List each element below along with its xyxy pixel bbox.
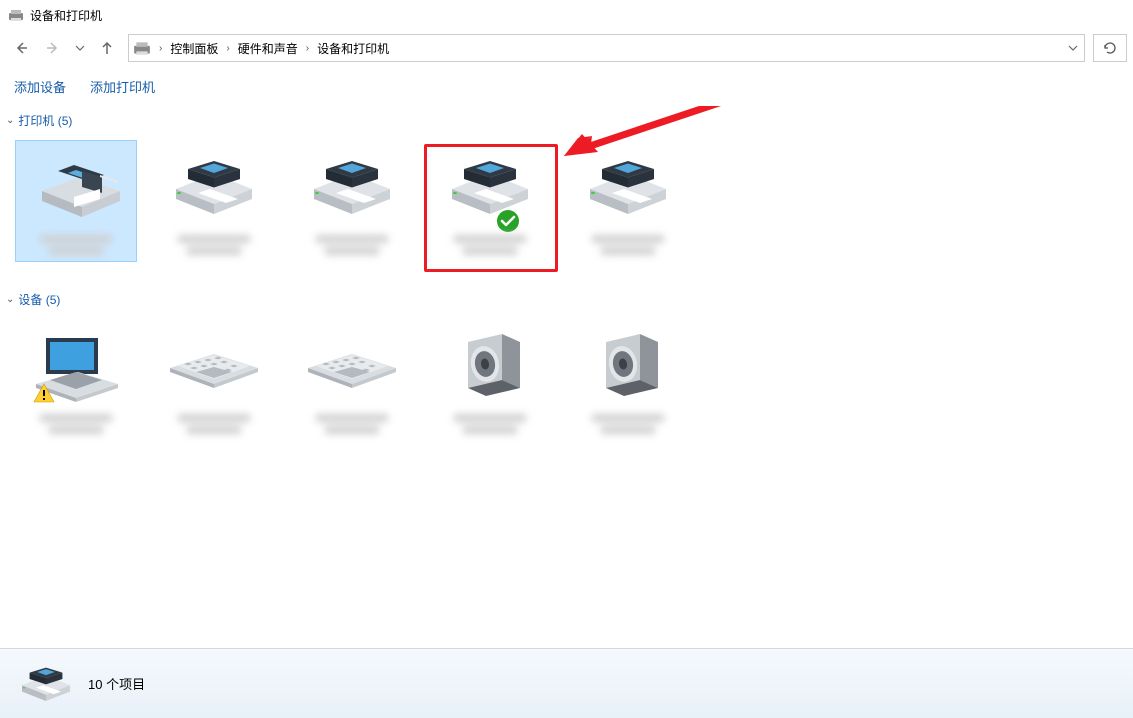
speaker-icon — [442, 326, 538, 406]
item-label — [307, 231, 397, 261]
group-devices-label: 设备 (5) — [18, 291, 60, 308]
printer-icon — [166, 147, 262, 227]
item-label — [445, 231, 535, 261]
warning-icon — [32, 382, 56, 406]
item-label — [169, 231, 259, 261]
app-icon — [8, 7, 24, 23]
item-label — [169, 410, 259, 440]
item-label — [445, 410, 535, 440]
details-pane: 10 个项目 — [0, 648, 1133, 718]
window-title: 设备和打印机 — [30, 7, 102, 24]
device-item-1-keyboard[interactable] — [154, 320, 274, 440]
group-printers-label: 打印机 (5) — [18, 112, 72, 129]
crumb-devices-printers[interactable]: 设备和打印机 — [315, 40, 391, 57]
item-label — [583, 410, 673, 440]
device-item-4-speaker[interactable] — [568, 320, 688, 440]
item-label — [31, 410, 121, 440]
printer-icon — [442, 147, 538, 227]
printers-items — [0, 131, 1133, 285]
printer-item-3-default[interactable] — [430, 141, 550, 261]
add-printer-link[interactable]: 添加打印机 — [90, 77, 155, 96]
device-item-2-keyboard[interactable] — [292, 320, 412, 440]
chevron-right-icon: › — [153, 43, 168, 54]
printer-item-2[interactable] — [292, 141, 412, 261]
device-item-3-speaker[interactable] — [430, 320, 550, 440]
nav-bar: › 控制面板 › 硬件和声音 › 设备和打印机 — [0, 30, 1133, 66]
history-dropdown[interactable] — [70, 34, 90, 62]
fax-icon — [28, 147, 124, 227]
command-bar: 添加设备 添加打印机 — [0, 66, 1133, 106]
crumb-hardware-sound[interactable]: 硬件和声音 — [236, 40, 300, 57]
devices-items — [0, 310, 1133, 464]
refresh-button[interactable] — [1093, 34, 1127, 62]
device-item-0-laptop[interactable] — [16, 320, 136, 440]
chevron-right-icon: › — [300, 43, 315, 54]
window-title-bar: 设备和打印机 — [0, 0, 1133, 30]
keyboard-icon — [166, 326, 262, 406]
forward-button[interactable] — [38, 34, 68, 62]
printer-item-1[interactable] — [154, 141, 274, 261]
address-bar[interactable]: › 控制面板 › 硬件和声音 › 设备和打印机 — [128, 34, 1085, 62]
content-pane: ⌄ 打印机 (5) — [0, 106, 1133, 646]
printer-icon — [304, 147, 400, 227]
details-text: 10 个项目 — [88, 674, 145, 693]
item-label — [307, 410, 397, 440]
group-header-printers[interactable]: ⌄ 打印机 (5) — [0, 110, 1133, 131]
group-header-devices[interactable]: ⌄ 设备 (5) — [0, 289, 1133, 310]
chevron-down-icon: ⌄ — [6, 115, 14, 126]
back-button[interactable] — [6, 34, 36, 62]
add-device-link[interactable]: 添加设备 — [14, 77, 66, 96]
default-check-icon — [496, 209, 520, 233]
group-printers: ⌄ 打印机 (5) — [0, 110, 1133, 285]
laptop-icon — [28, 326, 124, 406]
group-devices: ⌄ 设备 (5) — [0, 289, 1133, 464]
item-label — [31, 231, 121, 261]
location-icon — [133, 39, 151, 57]
printer-item-0[interactable] — [16, 141, 136, 261]
chevron-down-icon: ⌄ — [6, 294, 14, 305]
crumb-control-panel[interactable]: 控制面板 — [168, 40, 220, 57]
keyboard-icon — [304, 326, 400, 406]
address-dropdown[interactable] — [1062, 43, 1084, 53]
speaker-icon — [580, 326, 676, 406]
up-button[interactable] — [92, 34, 122, 62]
printer-icon — [580, 147, 676, 227]
item-label — [583, 231, 673, 261]
printer-item-4[interactable] — [568, 141, 688, 261]
details-icon — [14, 660, 78, 708]
chevron-right-icon: › — [220, 43, 235, 54]
